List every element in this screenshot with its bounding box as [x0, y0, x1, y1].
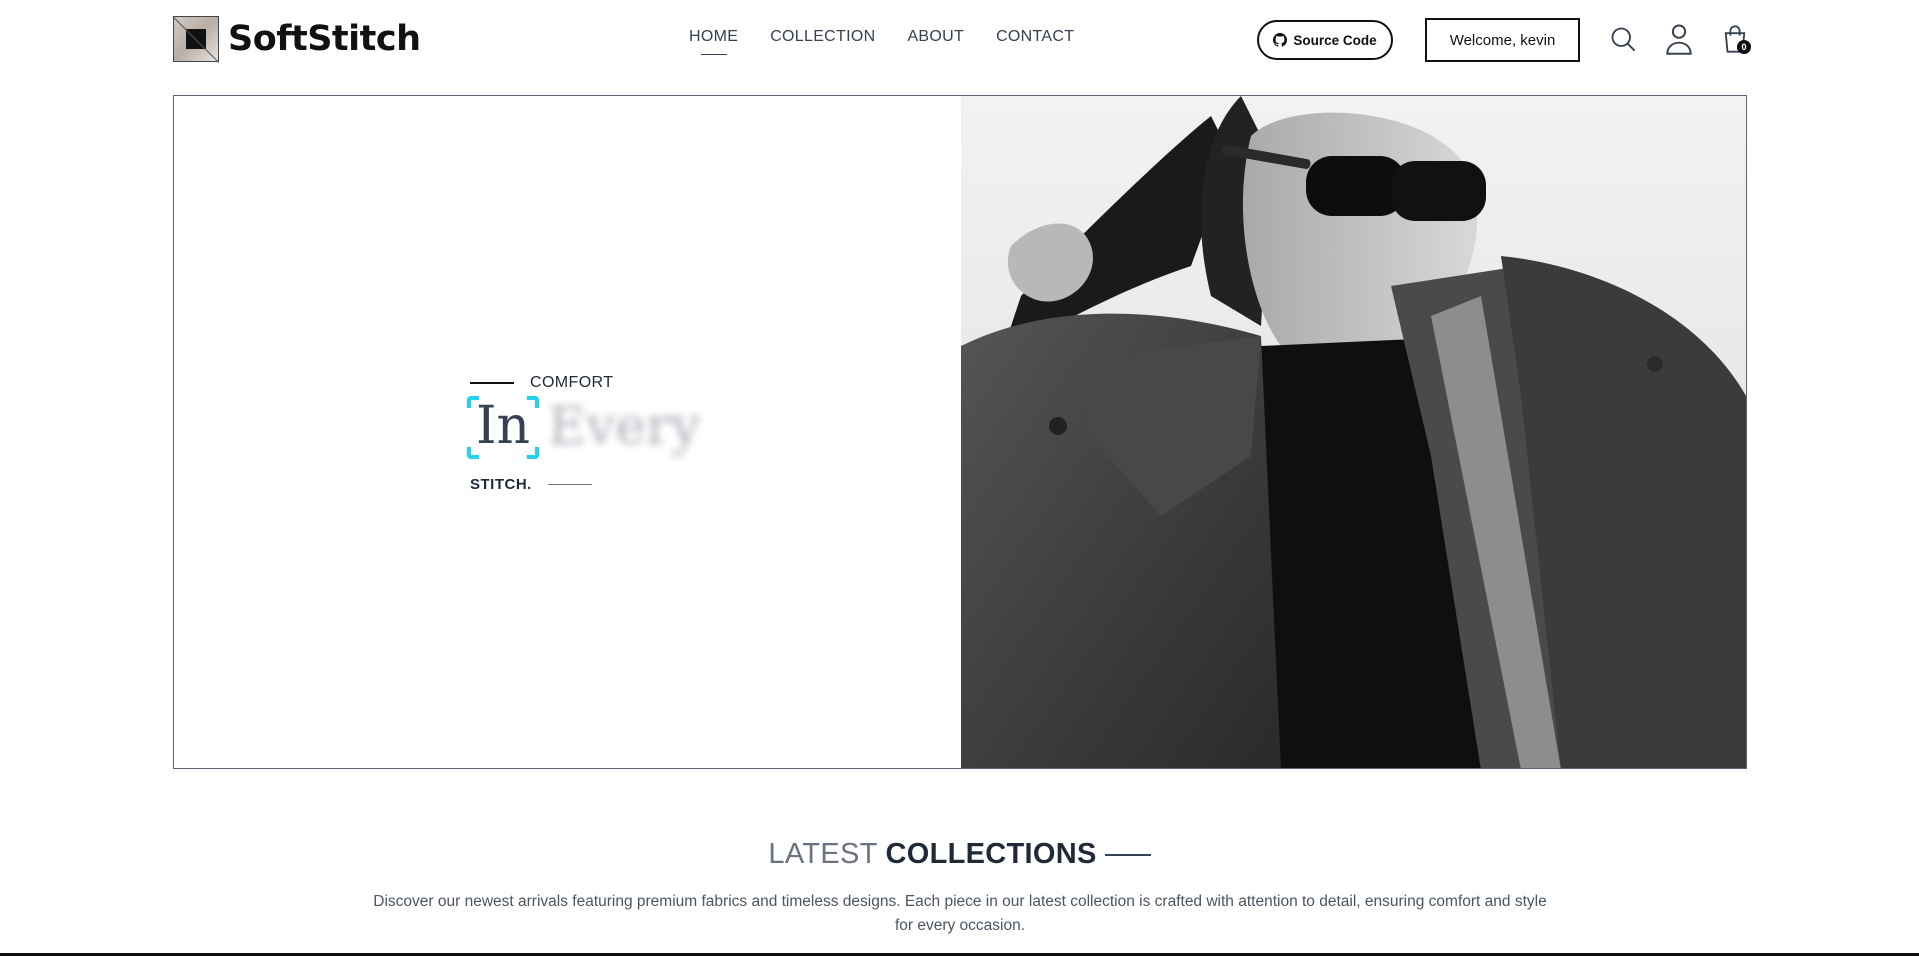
- hero-tag-top: COMFORT: [530, 374, 614, 391]
- divider-line: [470, 382, 514, 384]
- source-code-label: Source Code: [1293, 32, 1377, 48]
- focus-corner-icon: [527, 396, 540, 408]
- hero-word-focus: In: [467, 396, 540, 460]
- hero-word-blurred: Every: [548, 396, 701, 457]
- github-icon: [1273, 33, 1288, 47]
- brand-logo[interactable]: SoftStitch: [173, 16, 421, 62]
- latest-collections-description: Discover our newest arrivals featuring p…: [373, 893, 1547, 934]
- hero-tagline-top: COMFORT: [470, 374, 613, 392]
- hero-text-panel: COMFORT In Every STITCH.: [174, 96, 961, 768]
- welcome-button[interactable]: Welcome, kevin: [1425, 18, 1580, 62]
- hero-section: COMFORT In Every STITCH.: [173, 95, 1747, 769]
- nav-home[interactable]: HOME: [689, 28, 738, 46]
- nav-about[interactable]: ABOUT: [907, 28, 964, 46]
- hero-tagline-bottom: STITCH.: [470, 476, 592, 493]
- source-code-button[interactable]: Source Code: [1257, 20, 1393, 60]
- title-light: LATEST: [768, 838, 878, 870]
- hero-word-focus-text: In: [476, 396, 531, 456]
- nav-contact[interactable]: CONTACT: [996, 28, 1074, 46]
- user-icon[interactable]: [1662, 22, 1696, 56]
- main-nav: HOME COLLECTION ABOUT CONTACT: [689, 28, 1074, 46]
- hero-image: [961, 96, 1746, 768]
- cart-count-badge: 0: [1737, 40, 1751, 54]
- latest-collections-title: LATEST COLLECTIONS: [0, 838, 1919, 871]
- focus-corner-icon: [467, 396, 479, 408]
- search-icon[interactable]: [1606, 22, 1640, 56]
- brand-name: SoftStitch: [228, 19, 421, 59]
- divider-line: [547, 483, 592, 486]
- model-photo-icon: [961, 96, 1746, 768]
- focus-corner-icon: [467, 447, 479, 460]
- hero-animated-words: In Every: [467, 396, 701, 460]
- focus-corner-icon: [527, 447, 540, 460]
- cart-icon[interactable]: 0: [1718, 22, 1752, 56]
- nav-collection[interactable]: COLLECTION: [770, 28, 875, 46]
- title-dash: [1104, 854, 1151, 857]
- hero-tag-bottom: STITCH.: [470, 476, 532, 493]
- site-header: SoftStitch HOME COLLECTION ABOUT CONTACT…: [0, 0, 1919, 80]
- logo-mark-icon: [173, 16, 219, 62]
- title-bold: COLLECTIONS: [885, 838, 1097, 870]
